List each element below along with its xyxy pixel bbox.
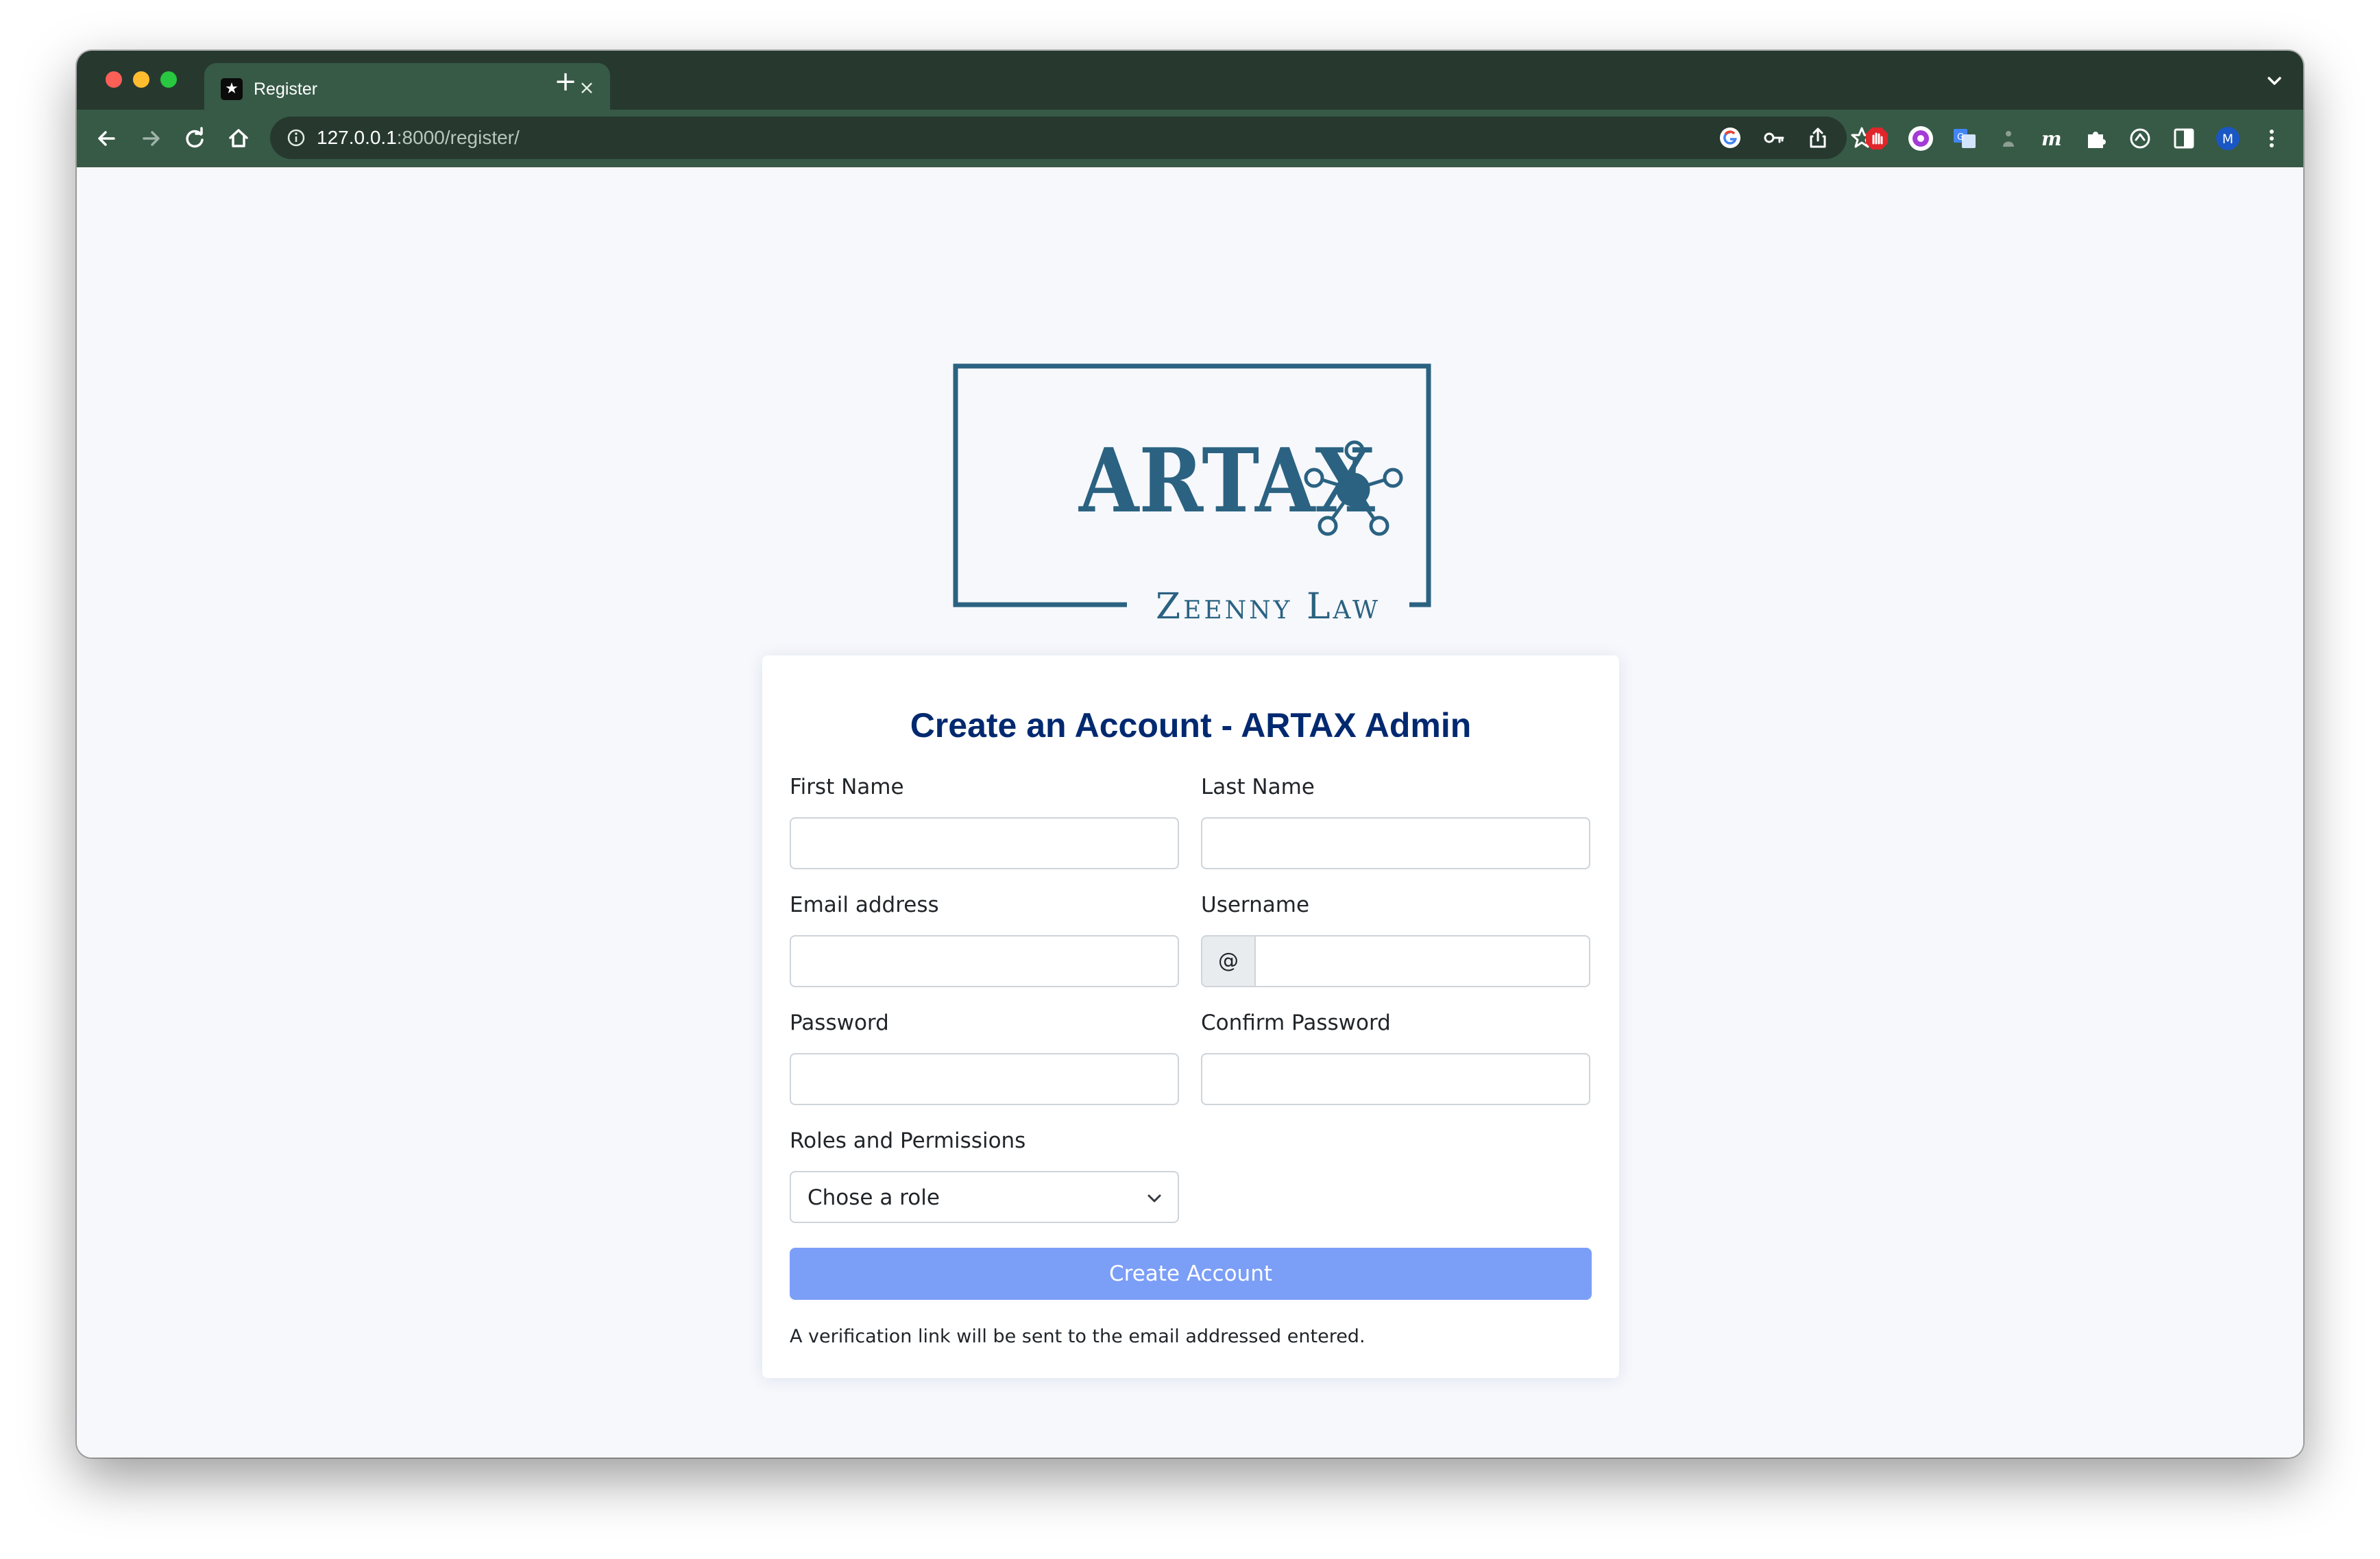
home-icon[interactable]: [223, 123, 254, 154]
gray-extension-icon[interactable]: [1995, 125, 2022, 152]
minimize-window-button[interactable]: [133, 71, 149, 88]
chevron-down-icon: [1148, 1194, 1161, 1203]
url-host: 127.0.0.1: [317, 127, 397, 148]
role-select-value: Chose a role: [807, 1185, 940, 1210]
key-icon[interactable]: [1760, 124, 1788, 152]
browser-toolbar: 127.0.0.1:8000/register/ G m M: [77, 110, 2303, 167]
role-label: Roles and Permissions: [790, 1128, 1026, 1153]
password-input[interactable]: [790, 1053, 1179, 1105]
url-text: 127.0.0.1:8000/register/: [317, 125, 520, 151]
username-input-group: @: [1201, 935, 1590, 987]
sync-extension-icon[interactable]: [2126, 125, 2154, 152]
username-input[interactable]: [1254, 935, 1590, 987]
google-lens-icon[interactable]: [1716, 124, 1744, 152]
maximize-window-button[interactable]: [160, 71, 177, 88]
close-window-button[interactable]: [106, 71, 122, 88]
profile-avatar[interactable]: M: [2214, 125, 2242, 152]
artax-logo: ARTAX Zeenny Law: [953, 363, 1431, 627]
email-input[interactable]: [790, 935, 1179, 987]
purple-extension-icon[interactable]: [1907, 125, 1934, 152]
forward-arrow-icon[interactable]: [136, 123, 166, 154]
page-content: ARTAX Zeenny Law Create an Account - ART…: [77, 167, 2303, 1458]
side-panel-icon[interactable]: [2170, 125, 2198, 152]
role-select[interactable]: Chose a role: [790, 1171, 1179, 1223]
create-account-button[interactable]: Create Account: [790, 1248, 1592, 1300]
tab-title: Register: [254, 80, 318, 99]
register-card: Create an Account - ARTAX Admin First Na…: [762, 655, 1619, 1378]
browser-menu-icon[interactable]: [2258, 125, 2285, 152]
url-path: :8000/register/: [396, 127, 520, 148]
m-extension-icon[interactable]: m: [2039, 125, 2066, 152]
username-prefix: @: [1201, 935, 1256, 987]
confirm-password-input[interactable]: [1201, 1053, 1590, 1105]
confirm-password-label: Confirm Password: [1201, 1011, 1391, 1035]
adblock-extension-icon[interactable]: [1863, 125, 1891, 152]
page-title: Create an Account - ARTAX Admin: [910, 706, 1472, 745]
translate-extension-icon[interactable]: G: [1951, 125, 1978, 152]
logo-subtitle: Zeenny Law: [1156, 586, 1381, 627]
extensions-puzzle-icon[interactable]: [2082, 125, 2110, 152]
new-tab-button[interactable]: +: [550, 66, 581, 97]
svg-text:G: G: [1957, 132, 1964, 143]
last-name-label: Last Name: [1201, 775, 1315, 799]
share-icon[interactable]: [1804, 124, 1832, 152]
browser-window: ★ Register × + 127.0.0.1:8000/register/ …: [77, 51, 2303, 1458]
reload-icon[interactable]: [180, 123, 210, 154]
last-name-input[interactable]: [1201, 817, 1590, 869]
first-name-label: First Name: [790, 775, 904, 799]
back-arrow-icon[interactable]: [92, 123, 122, 154]
password-label: Password: [790, 1011, 889, 1035]
address-bar[interactable]: 127.0.0.1:8000/register/: [270, 117, 1873, 159]
svg-text:m: m: [2041, 128, 2062, 150]
site-info-icon[interactable]: [287, 128, 306, 147]
verification-note: A verification link will be sent to the …: [790, 1326, 1365, 1347]
tab-search-chevron-icon[interactable]: [2261, 67, 2288, 95]
username-label: Username: [1201, 893, 1310, 917]
email-label: Email address: [790, 893, 939, 917]
profile-initial: M: [2222, 132, 2233, 147]
tab-strip: ★ Register × +: [77, 51, 2303, 110]
favicon-icon: ★: [221, 78, 243, 100]
first-name-input[interactable]: [790, 817, 1179, 869]
